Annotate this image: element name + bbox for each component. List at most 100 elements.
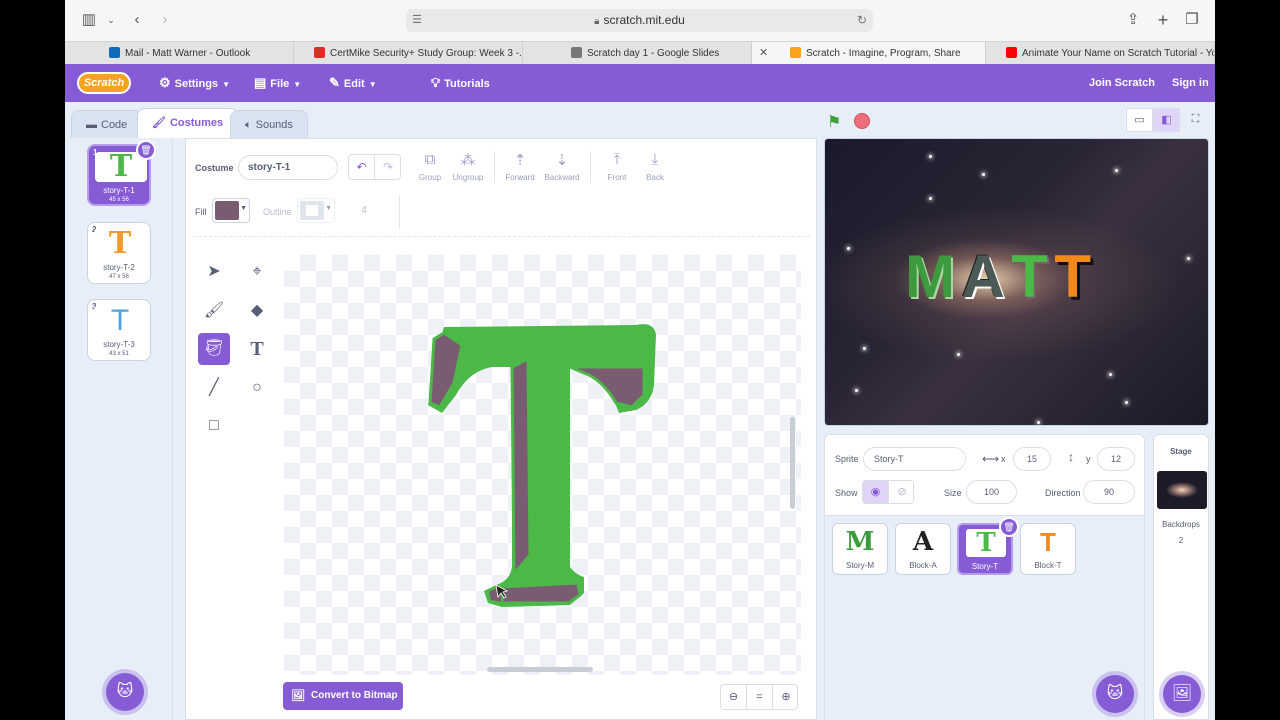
share-icon[interactable]: ⇪ <box>1123 10 1143 30</box>
costume-item[interactable]: 2 T story-T-2 47 x 56 <box>87 222 151 284</box>
zoom-reset-icon[interactable]: = <box>747 685 773 709</box>
outline-width-input[interactable]: 4 <box>346 198 382 223</box>
sprite-tile[interactable]: A Block-A <box>895 523 951 575</box>
small-stage-icon: ▭ <box>1134 114 1145 126</box>
outline-color-picker[interactable]: ▼ <box>297 198 335 223</box>
join-scratch-link[interactable]: Join Scratch <box>1089 64 1155 102</box>
size-input[interactable]: 100 <box>966 480 1017 504</box>
eye-icon[interactable]: ◉ <box>863 481 889 503</box>
reload-icon[interactable]: ↻ <box>857 9 867 32</box>
new-tab-icon[interactable]: + <box>1153 10 1173 30</box>
convert-to-bitmap-button[interactable]: 🖼︎ Convert to Bitmap <box>283 682 403 710</box>
stage-title: Stage <box>1170 447 1192 456</box>
file-icon: ▤ <box>254 75 267 90</box>
sprite-name: Block-T <box>1034 561 1062 570</box>
divider <box>194 236 810 237</box>
url-bar[interactable]: ☰ 🔒︎ scratch.mit.edu ↻ <box>406 9 873 32</box>
choose-backdrop-button[interactable]: 🖼︎ <box>1163 675 1201 713</box>
tutorials-button[interactable]: 💡︎ Tutorials <box>431 64 490 102</box>
stage-sprites: M A T T <box>905 237 1093 317</box>
brush-tool[interactable]: 🖌︎ <box>198 295 230 327</box>
browser-tab-outlook[interactable]: Mail - Matt Warner - Outlook <box>65 42 294 65</box>
file-menu[interactable]: ▤ File ▼ <box>254 64 301 102</box>
star <box>1125 401 1128 404</box>
sprite-tile[interactable]: T Block-T <box>1020 523 1076 575</box>
fill-tool[interactable]: 🪣︎ <box>198 333 230 365</box>
star <box>847 247 850 250</box>
star <box>929 155 932 158</box>
green-flag-icon[interactable]: ⚑ <box>827 112 841 132</box>
circle-tool[interactable]: ○ <box>241 372 273 404</box>
scratch-logo[interactable]: Scratch <box>77 72 131 94</box>
costume-name-input[interactable]: story-T-1 <box>238 155 338 180</box>
reshape-tool[interactable]: ⌖ <box>241 256 273 288</box>
paint-canvas[interactable] <box>284 255 801 675</box>
text-tool[interactable]: T <box>241 333 273 365</box>
vertical-scrollbar[interactable] <box>790 417 795 509</box>
caret-down-icon: ▼ <box>293 80 302 89</box>
backward-button[interactable]: ⇣ Backward <box>540 151 584 182</box>
tab-code[interactable]: ▬ Code <box>71 110 143 138</box>
fill-color-picker[interactable]: ▼ <box>212 198 250 223</box>
horizontal-scrollbar[interactable] <box>487 667 593 672</box>
fullscreen-button[interactable]: ⛶ <box>1182 108 1209 132</box>
line-tool[interactable]: ╱ <box>198 372 230 404</box>
costume-size: 45 x 56 <box>109 197 129 203</box>
settings-menu[interactable]: ⚙ Settings ▼ <box>159 64 230 102</box>
browser-tab-youtube[interactable]: Animate Your Name on Scratch Tutorial - … <box>986 42 1215 65</box>
gmail-icon <box>314 47 325 58</box>
tab-sounds[interactable]: 🔈︎ Sounds <box>230 110 308 138</box>
undo-icon[interactable]: ↶ <box>349 155 375 179</box>
sprite-block-a[interactable]: A <box>961 237 1004 317</box>
close-icon[interactable]: ✕ <box>759 42 768 65</box>
zoom-out-icon[interactable]: ⊖ <box>721 685 747 709</box>
browser-tab-scratch[interactable]: ✕ Scratch - Imagine, Program, Share <box>752 42 986 65</box>
eye-hidden-icon[interactable]: ⊘ <box>889 481 915 503</box>
stage-selector[interactable]: Stage Backdrops 2 🖼︎ <box>1153 434 1209 720</box>
select-tool[interactable]: ➤ <box>198 256 230 288</box>
stop-button[interactable] <box>854 113 870 129</box>
browser-tab-gmail[interactable]: CertMike Security+ Study Group: Week 3 -… <box>294 42 523 65</box>
edit-menu[interactable]: ✎ Edit ▼ <box>329 64 377 102</box>
paint-editor: Costume story-T-1 ↶ ↷ ⧉ Group ⁂ Ungroup ⇡ F… <box>185 138 817 720</box>
sprite-thumbnail: M <box>840 528 880 556</box>
delete-costume-button[interactable]: 🗑︎ <box>136 140 156 160</box>
star <box>863 347 866 350</box>
back-icon[interactable]: ‹ <box>127 10 147 30</box>
eraser-tool[interactable]: ◆ <box>241 295 273 327</box>
small-stage-button[interactable]: ▭ <box>1126 108 1153 132</box>
browser-tab-slides[interactable]: Scratch day 1 - Google Slides <box>523 42 752 65</box>
sprite-name-input[interactable]: Story-T <box>863 447 966 471</box>
normal-stage-button[interactable]: ◧ <box>1153 108 1180 132</box>
circle-icon: ○ <box>252 379 262 396</box>
ungroup-button[interactable]: ⁂ Ungroup <box>446 151 490 182</box>
forward-button[interactable]: ⇡ Forward <box>498 151 542 182</box>
sprite-story-t[interactable]: T <box>1011 237 1048 317</box>
tab-costumes[interactable]: 🖌︎ Costumes <box>137 108 239 138</box>
sprite-tile[interactable]: M Story-M <box>832 523 888 575</box>
back-button[interactable]: ⤓ Back <box>633 151 677 182</box>
forward-icon[interactable]: › <box>155 10 175 30</box>
rectangle-tool[interactable]: □ <box>198 410 230 442</box>
delete-sprite-button[interactable]: 🗑︎ <box>999 517 1019 537</box>
sprite-story-m[interactable]: M <box>905 237 955 317</box>
url-text: scratch.mit.edu <box>603 13 685 27</box>
choose-sprite-button[interactable]: 🐱︎ <box>1096 675 1134 713</box>
tab-overview-icon[interactable]: ❐ <box>1182 10 1202 30</box>
y-input[interactable]: 12 <box>1097 447 1135 471</box>
x-input[interactable]: 15 <box>1013 447 1051 471</box>
reader-icon[interactable]: ☰ <box>412 9 422 32</box>
sprite-block-t[interactable]: T <box>1054 237 1091 317</box>
sidebar-icon[interactable]: ▥ <box>79 10 99 30</box>
choose-costume-button[interactable]: 🐱︎ <box>106 673 144 711</box>
direction-input[interactable]: 90 <box>1083 480 1135 504</box>
costume-item[interactable]: 3 T story-T-3 43 x 51 <box>87 299 151 361</box>
stage[interactable]: M A T T <box>824 138 1209 426</box>
sprite-thumbnail: T <box>1028 528 1068 556</box>
reshape-icon: ⌖ <box>252 263 262 280</box>
redo-icon[interactable]: ↷ <box>375 155 401 179</box>
sign-in-link[interactable]: Sign in <box>1172 64 1209 102</box>
zoom-in-icon[interactable]: ⊕ <box>773 685 799 709</box>
tab-title: Mail - Matt Warner - Outlook <box>125 48 251 59</box>
chevron-down-icon[interactable]: ⌄ <box>101 10 121 30</box>
